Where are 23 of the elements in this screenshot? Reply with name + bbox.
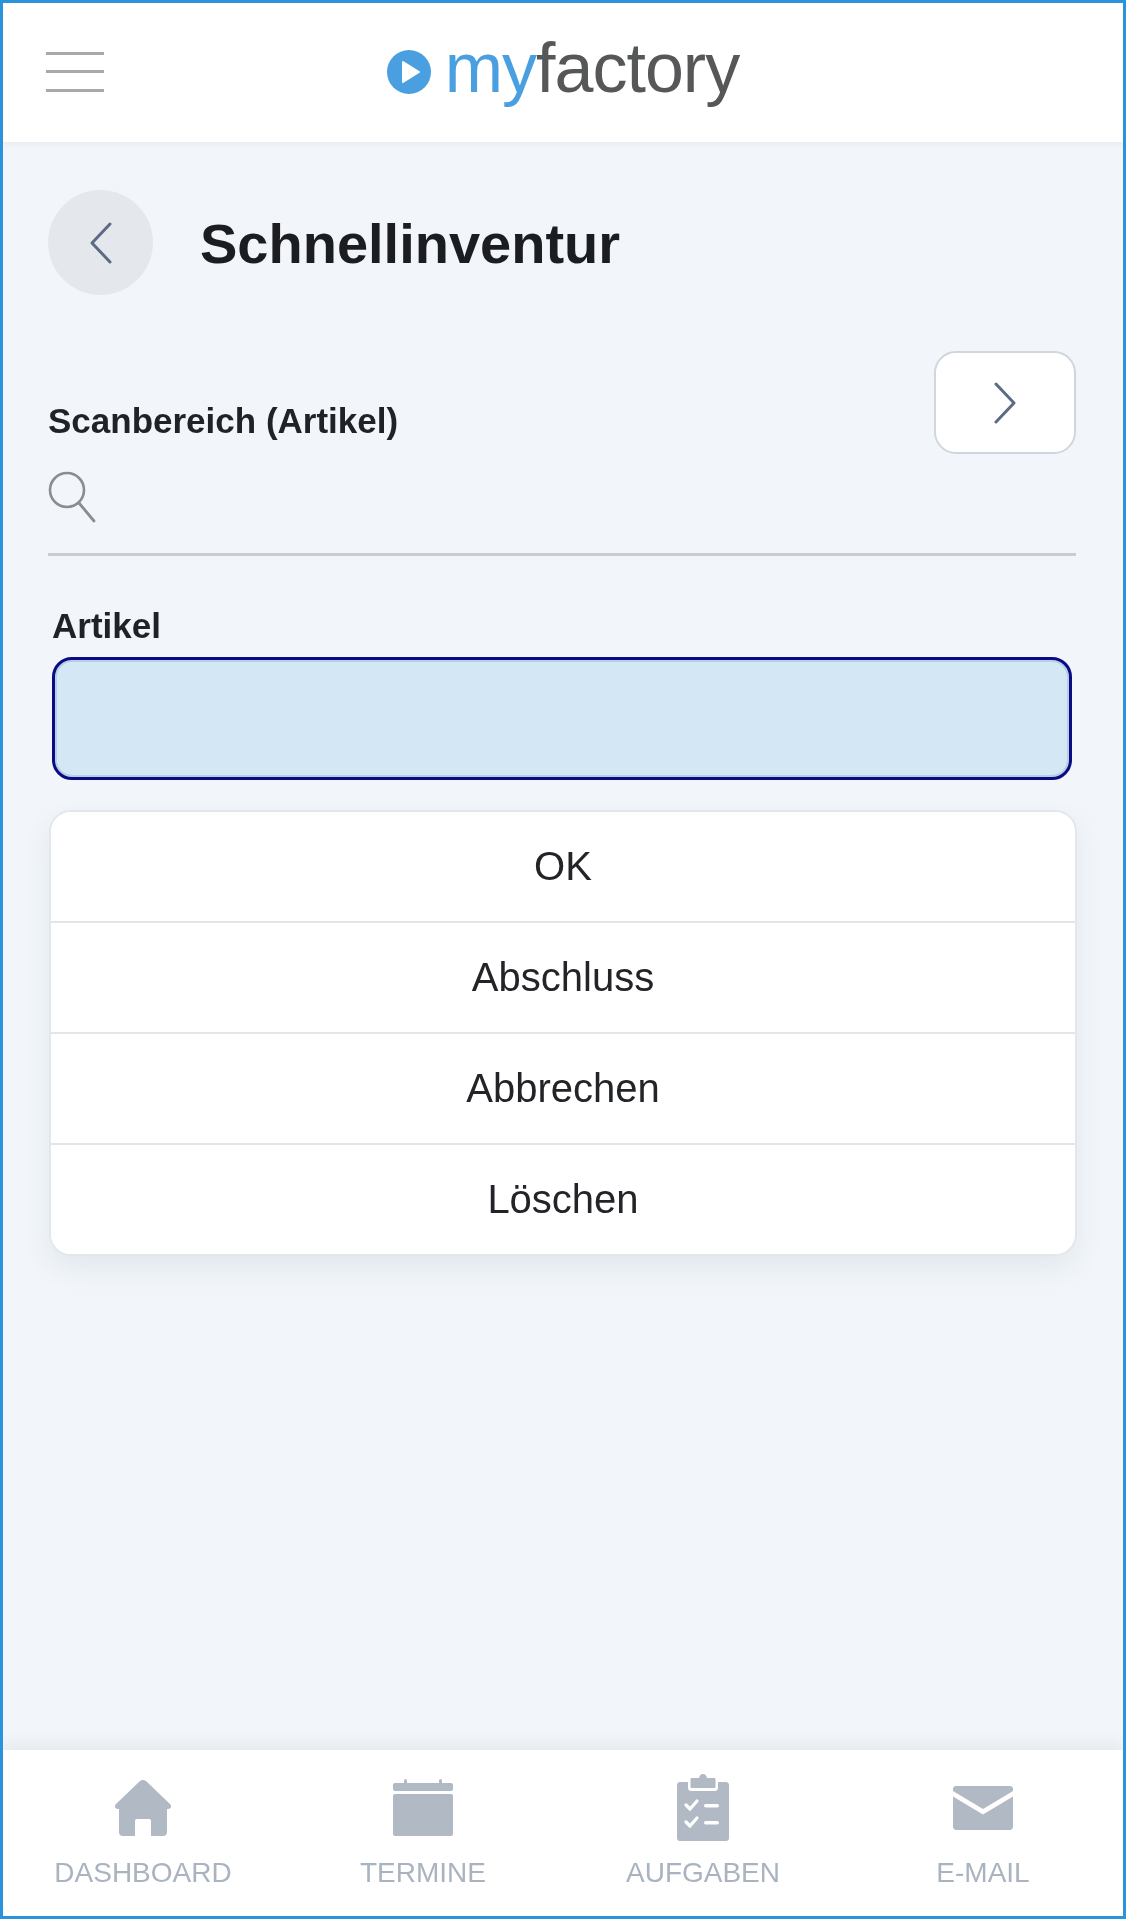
play-circle-icon <box>386 49 431 94</box>
nav-label: E-MAIL <box>936 1857 1030 1889</box>
field-label: Scanbereich (Artikel) <box>48 400 399 442</box>
next-button[interactable] <box>934 351 1076 454</box>
chevron-left-icon <box>89 221 112 264</box>
mail-icon <box>953 1786 1013 1830</box>
calendar-icon <box>392 1779 454 1837</box>
menu-button[interactable] <box>46 51 104 92</box>
page-title: Schnellinventur <box>200 210 621 277</box>
action-button[interactable]: Abschluss <box>51 921 1075 1032</box>
article-input[interactable] <box>52 657 1072 780</box>
nav-label: DASHBOARD <box>54 1857 232 1889</box>
clipboard-checklist-icon <box>676 1774 730 1842</box>
chevron-right-icon <box>994 381 1016 424</box>
search-icon <box>48 471 96 523</box>
field-label: Artikel <box>52 605 161 647</box>
home-icon <box>113 1779 173 1837</box>
nav-label: TERMINE <box>360 1857 486 1889</box>
menu-icon <box>46 51 104 92</box>
nav-label: AUFGABEN <box>626 1857 780 1889</box>
action-button[interactable]: OK <box>51 812 1075 921</box>
action-button[interactable]: Abbrechen <box>51 1032 1075 1143</box>
action-button[interactable]: Löschen <box>51 1143 1075 1254</box>
